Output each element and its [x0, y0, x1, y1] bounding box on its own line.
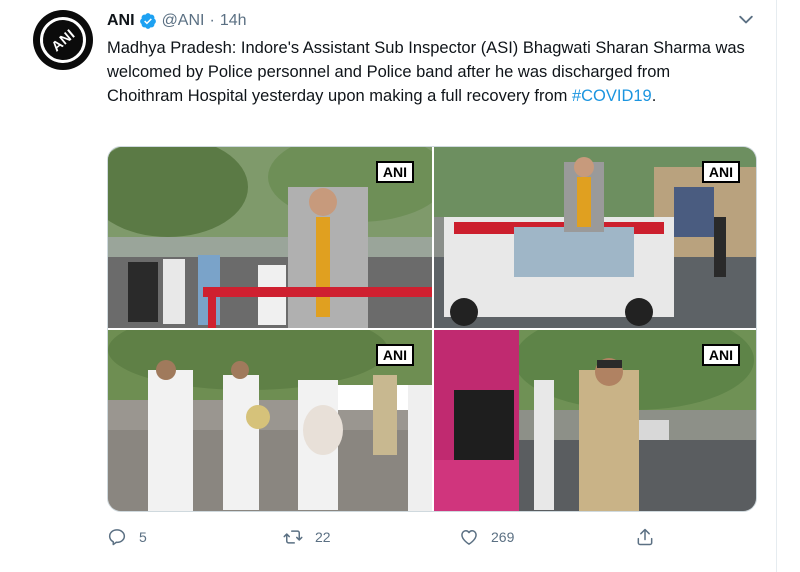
ani-logo: ANI: [33, 10, 93, 70]
tweet-timestamp[interactable]: 14h: [220, 12, 247, 30]
tweet-actions: 5 22 269: [107, 524, 755, 550]
hashtag-link[interactable]: #COVID19: [572, 87, 652, 105]
photo-1[interactable]: ANI: [108, 147, 432, 328]
like-count: 269: [491, 529, 515, 545]
retweet-count: 22: [315, 529, 331, 545]
media-grid: ANI ANI ANI ANI: [107, 146, 757, 512]
ani-watermark: ANI: [701, 161, 740, 183]
avatar-logo-text: ANI: [48, 25, 78, 55]
ani-watermark: ANI: [375, 344, 414, 366]
photo-2[interactable]: ANI: [434, 147, 756, 328]
tweet-card[interactable]: ANI ANI @ANI · 14h Madhya Pradesh: Indor…: [0, 0, 777, 572]
photo-3[interactable]: ANI: [108, 330, 432, 511]
tweet-header: ANI @ANI · 14h: [107, 10, 247, 32]
share-button[interactable]: [635, 527, 667, 547]
retweet-icon: [283, 530, 303, 544]
author-name[interactable]: ANI: [107, 12, 135, 30]
reply-icon: [108, 529, 126, 546]
like-button[interactable]: 269: [459, 527, 635, 547]
tweet-text-end: .: [651, 87, 657, 105]
share-icon: [637, 528, 653, 546]
verified-badge-icon: [139, 13, 156, 29]
reply-button[interactable]: 5: [107, 527, 283, 547]
ani-watermark: ANI: [701, 344, 740, 366]
caret-down-icon[interactable]: [736, 10, 756, 30]
reply-count: 5: [139, 529, 147, 545]
retweet-button[interactable]: 22: [283, 527, 459, 547]
separator-dot: ·: [209, 12, 215, 29]
tweet-text: Madhya Pradesh: Indore's Assistant Sub I…: [107, 36, 747, 108]
ani-watermark: ANI: [375, 161, 414, 183]
avatar[interactable]: ANI: [33, 10, 93, 70]
author-handle[interactable]: @ANI: [162, 12, 205, 30]
like-icon: [461, 530, 477, 545]
photo-4[interactable]: ANI: [434, 330, 756, 511]
